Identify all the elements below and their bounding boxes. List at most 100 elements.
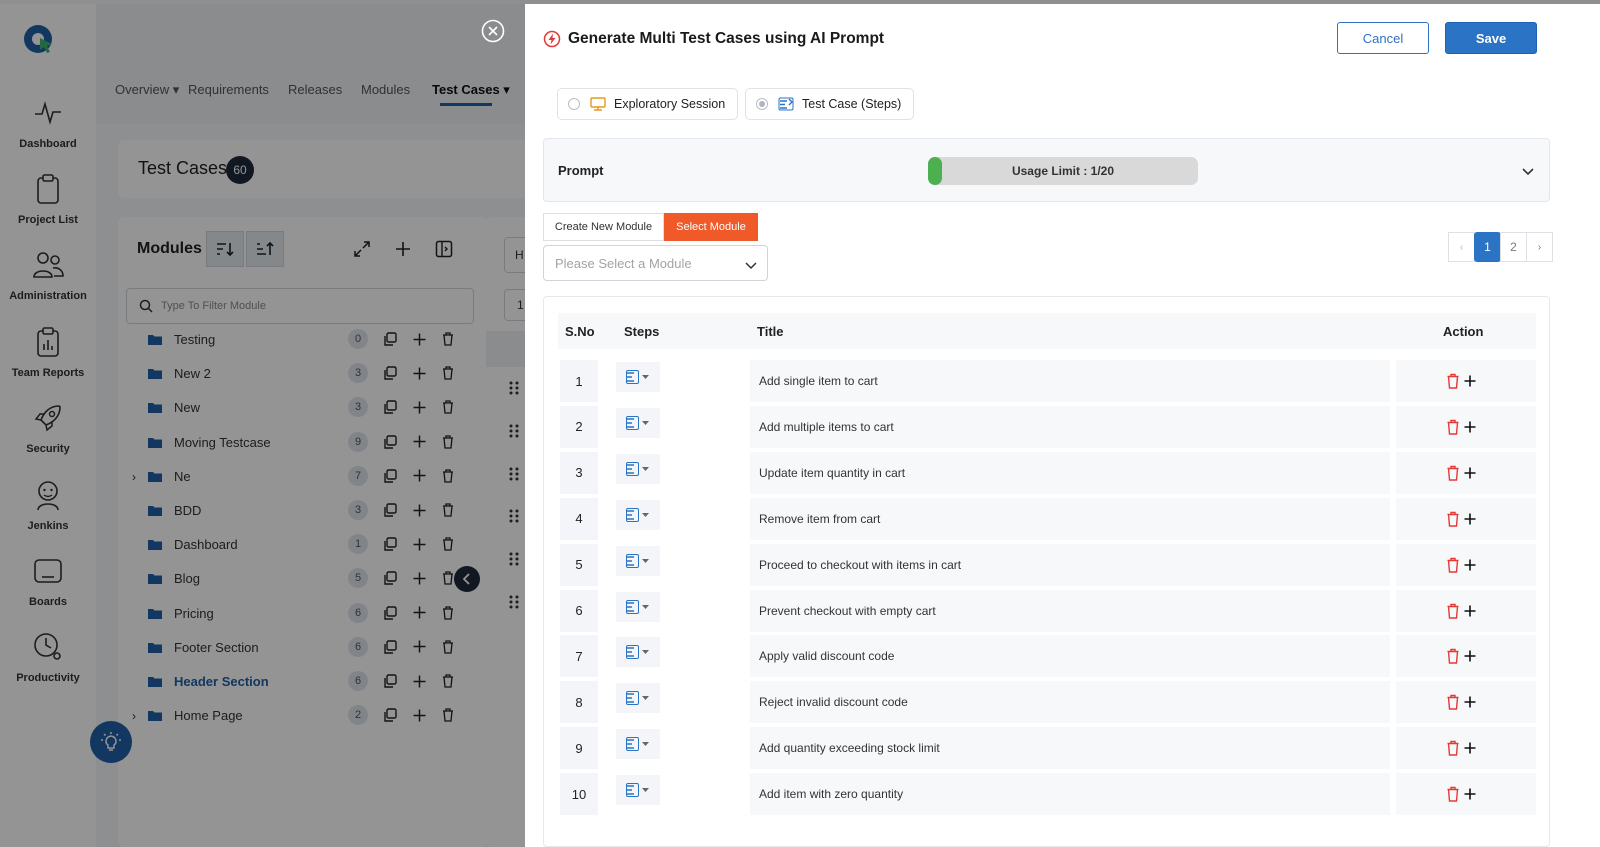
row-title[interactable]: Update item quantity in cart	[750, 451, 1390, 494]
steps-dropdown[interactable]	[616, 499, 660, 530]
steps-icon	[778, 97, 794, 111]
plus-icon[interactable]	[1463, 648, 1477, 664]
row-actions	[1396, 497, 1536, 540]
row-title[interactable]: Reject invalid discount code	[750, 681, 1390, 724]
trash-icon[interactable]	[1446, 557, 1460, 573]
page-1-button[interactable]: 1	[1474, 232, 1501, 262]
row-actions	[1396, 727, 1536, 770]
steps-dropdown[interactable]	[616, 729, 660, 760]
plus-icon[interactable]	[1463, 419, 1477, 435]
row-title[interactable]: Add item with zero quantity	[750, 773, 1390, 816]
row-sno: 6	[560, 589, 598, 632]
row-sno: 1	[560, 360, 598, 402]
chevron-down-icon[interactable]	[1520, 163, 1536, 179]
tab-select-module[interactable]: Select Module	[664, 213, 758, 241]
plus-icon[interactable]	[1463, 786, 1477, 802]
cancel-button[interactable]: Cancel	[1337, 22, 1429, 54]
steps-dropdown[interactable]	[616, 407, 660, 438]
module-select-dropdown[interactable]: Please Select a Module	[543, 245, 768, 281]
usage-limit-text: Usage Limit : 1/20	[1011, 164, 1115, 178]
table-row: 1 Add single item to cart	[558, 360, 1536, 402]
radio-test-case-steps[interactable]	[756, 98, 768, 110]
table-header: S.No Steps Title Action	[558, 313, 1536, 349]
steps-dropdown[interactable]	[616, 545, 660, 576]
trash-icon[interactable]	[1446, 740, 1460, 756]
row-title[interactable]: Add multiple items to cart	[750, 405, 1390, 448]
row-actions	[1396, 681, 1536, 724]
steps-dropdown[interactable]	[616, 683, 660, 714]
plus-icon[interactable]	[1463, 557, 1477, 573]
plus-icon[interactable]	[1463, 740, 1477, 756]
plus-icon[interactable]	[1463, 373, 1477, 389]
page-prev-button[interactable]: ‹	[1448, 232, 1475, 262]
table-row: 5 Proceed to checkout with items in cart	[558, 543, 1536, 586]
row-sno: 8	[560, 681, 598, 724]
trash-icon[interactable]	[1446, 786, 1460, 802]
table-row: 3 Update item quantity in cart	[558, 451, 1536, 494]
mode-test-case-steps[interactable]: Test Case (Steps)	[745, 88, 915, 120]
row-title[interactable]: Add quantity exceeding stock limit	[750, 727, 1390, 770]
steps-icon	[626, 737, 649, 752]
trash-icon[interactable]	[1446, 373, 1460, 389]
steps-icon	[626, 691, 649, 706]
trash-icon[interactable]	[1446, 465, 1460, 481]
table-row: 10 Add item with zero quantity	[558, 773, 1536, 816]
table-row: 7 Apply valid discount code	[558, 635, 1536, 678]
header-title: Title	[757, 324, 784, 339]
row-title[interactable]: Proceed to checkout with items in cart	[750, 543, 1390, 586]
steps-icon	[626, 507, 649, 522]
row-actions	[1396, 451, 1536, 494]
steps-dropdown[interactable]	[616, 453, 660, 484]
row-title[interactable]: Prevent checkout with empty cart	[750, 589, 1390, 632]
header-action: Action	[1443, 324, 1484, 339]
row-actions	[1396, 589, 1536, 632]
trash-icon[interactable]	[1446, 694, 1460, 710]
steps-dropdown[interactable]	[616, 362, 660, 392]
row-sno: 2	[560, 405, 598, 448]
prompt-accordion[interactable]: Prompt Usage Limit : 1/20	[543, 138, 1550, 202]
steps-icon	[626, 783, 649, 798]
steps-dropdown[interactable]	[616, 637, 660, 668]
usage-limit-bar: Usage Limit : 1/20	[928, 157, 1198, 185]
trash-icon[interactable]	[1446, 648, 1460, 665]
modal-title: Generate Multi Test Cases using AI Promp…	[568, 30, 885, 47]
row-sno: 9	[560, 727, 598, 770]
prompt-label: Prompt	[558, 163, 604, 178]
table-row: 4 Remove item from cart	[558, 497, 1536, 540]
radio-exploratory[interactable]	[568, 98, 580, 110]
plus-icon[interactable]	[1463, 603, 1477, 619]
page-2-button[interactable]: 2	[1500, 232, 1527, 262]
steps-dropdown[interactable]	[616, 591, 660, 622]
row-actions	[1396, 635, 1536, 678]
mode-label: Test Case (Steps)	[802, 97, 902, 111]
trash-icon[interactable]	[1446, 419, 1460, 435]
tab-create-new-module[interactable]: Create New Module	[543, 213, 664, 241]
steps-icon	[626, 415, 649, 430]
page-next-button[interactable]: ›	[1526, 232, 1553, 262]
steps-icon	[626, 599, 649, 614]
row-actions	[1396, 543, 1536, 586]
row-title[interactable]: Apply valid discount code	[750, 635, 1390, 678]
plus-icon[interactable]	[1463, 694, 1477, 710]
plus-icon[interactable]	[1463, 465, 1477, 481]
monitor-icon	[590, 97, 606, 111]
row-sno: 10	[560, 773, 598, 816]
steps-icon	[626, 645, 649, 660]
row-sno: 5	[560, 543, 598, 586]
close-circle-icon	[481, 19, 505, 43]
header-sno: S.No	[565, 324, 595, 339]
table-row: 9 Add quantity exceeding stock limit	[558, 727, 1536, 770]
plus-icon[interactable]	[1463, 511, 1477, 527]
close-modal-button[interactable]	[481, 19, 505, 43]
trash-icon[interactable]	[1446, 603, 1460, 619]
trash-icon[interactable]	[1446, 511, 1460, 527]
steps-dropdown[interactable]	[616, 775, 660, 806]
steps-icon	[626, 370, 649, 384]
mode-exploratory-session[interactable]: Exploratory Session	[557, 88, 739, 120]
row-sno: 7	[560, 635, 598, 678]
row-title[interactable]: Add single item to cart	[750, 360, 1390, 402]
mode-label: Exploratory Session	[614, 97, 726, 111]
save-button[interactable]: Save	[1445, 22, 1537, 54]
chevron-down-icon	[745, 262, 757, 270]
row-title[interactable]: Remove item from cart	[750, 497, 1390, 540]
